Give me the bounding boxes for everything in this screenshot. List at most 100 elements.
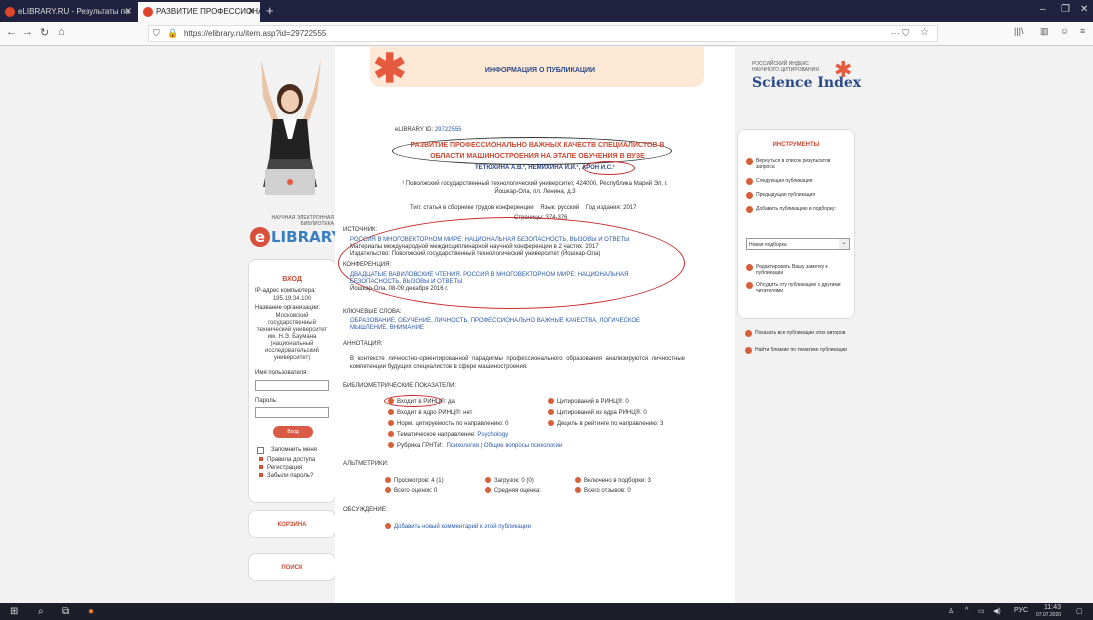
elibrary-favicon-icon	[5, 7, 15, 17]
access-rules-link[interactable]: Правила доступа	[259, 457, 315, 463]
source-link[interactable]: РОССИЯ В МНОГОВЕКТОРНОМ МИРЕ: НАЦИОНАЛЬН…	[350, 237, 630, 243]
tab-title: eLIBRARY.RU - Результаты по	[18, 7, 130, 16]
elibrary-id-link[interactable]: 29722555	[435, 127, 462, 133]
info-icon	[548, 398, 554, 404]
selections: Включено в подборки: 3	[575, 477, 651, 484]
task-view-icon[interactable]: ⧉	[62, 606, 69, 617]
percentile: Дециль в рейтинге по направлению: 3	[548, 420, 663, 427]
info-icon	[548, 409, 554, 415]
maximize-icon[interactable]: ❐	[1061, 4, 1070, 15]
info-icon	[388, 442, 394, 448]
volume-icon[interactable]: ◀)	[993, 607, 1001, 615]
annotation-label: АННОТАЦИЯ:	[343, 341, 383, 347]
firefox-icon[interactable]: ●	[88, 606, 94, 617]
remember-checkbox[interactable]	[257, 447, 264, 454]
keyboard-language[interactable]: РУС	[1014, 607, 1028, 614]
lock-icon[interactable]: 🔒	[167, 28, 178, 39]
account-icon[interactable]: ☺	[1060, 26, 1069, 36]
arrow-icon	[746, 192, 753, 199]
add-comment-link[interactable]: Добавить новый комментарий к этой публик…	[385, 523, 531, 530]
info-icon	[485, 487, 491, 493]
source-body: РОССИЯ В МНОГОВЕКТОРНОМ МИРЕ: НАЦИОНАЛЬН…	[350, 237, 630, 257]
discussion-label: ОБСУЖДЕНИЕ:	[343, 507, 388, 513]
arrow-icon	[746, 158, 753, 165]
page-content: НАУЧНАЯ ЭЛЕКТРОННАЯ БИБЛИОТЕКА e LIBRARY.…	[0, 47, 1093, 603]
logo-e-icon: e	[250, 227, 270, 247]
tool-edit-note[interactable]: Редактировать Вашу заметку к публикации	[746, 264, 850, 276]
forgot-password-link[interactable]: Забыли пароль?	[259, 473, 313, 479]
taskbar: ⊞ ⌕ ⧉ ● ♙ ^ ▭ ◀) РУС 11:43 07.07.2020 ▢	[0, 603, 1093, 620]
windows-start-icon[interactable]: ⊞	[10, 606, 18, 617]
search-icon[interactable]: ⌕	[38, 606, 44, 617]
add-icon	[385, 523, 391, 529]
close-tab-icon[interactable]: ✕	[247, 6, 255, 17]
conference-label: КОНФЕРЕНЦИЯ:	[343, 262, 392, 268]
tool-similar[interactable]: Найти близкие по тематике публикации	[745, 347, 849, 354]
password-input[interactable]	[255, 407, 329, 418]
cart-button[interactable]: КОРЗИНА	[248, 510, 336, 538]
pub-meta: Тип: статья в сборнике трудов конференци…	[410, 205, 637, 211]
asterisk-icon: ✱	[834, 57, 853, 82]
username-input[interactable]	[255, 380, 329, 391]
shield-icon[interactable]: ⛉	[153, 28, 160, 39]
search-button[interactable]: ПОИСК	[248, 553, 336, 581]
tool-add-to-selection[interactable]: Добавить публикацию в подборку:	[746, 206, 850, 213]
info-icon	[548, 420, 554, 426]
reload-icon[interactable]: ↻	[40, 26, 49, 39]
browser-tab-bar: eLIBRARY.RU - Результаты по ✕ РАЗВИТИЕ П…	[0, 0, 1093, 22]
url-bar[interactable]: ⛉ 🔒 https://elibrary.ru/item.asp?id=2972…	[148, 25, 938, 42]
new-tab-icon[interactable]: +	[266, 3, 274, 18]
info-icon	[385, 487, 391, 493]
url-text[interactable]: https://elibrary.ru/item.asp?id=29722555	[184, 29, 326, 38]
bookmark-star-icon[interactable]: ☆	[920, 27, 929, 38]
info-icon	[388, 409, 394, 415]
password-label: Пароль:	[255, 398, 278, 404]
tab-title: РАЗВИТИЕ ПРОФЕССИОНАЛЬ	[156, 7, 260, 16]
clock-time[interactable]: 11:43	[1044, 604, 1061, 611]
home-icon[interactable]: ⌂	[58, 26, 65, 38]
altmetrics-label: АЛЬТМЕТРИКИ:	[343, 461, 389, 467]
biblio-label: БИБЛИОМЕТРИЧЕСКИЕ ПОКАЗАТЕЛИ:	[343, 383, 457, 389]
ip-value: 195.19.34.100	[272, 296, 312, 302]
conference-body: ДВАДЦАТЫЕ ВАВИЛОВСКИЕ ЧТЕНИЯ. РОССИЯ В М…	[350, 272, 629, 292]
tools-panel: ИНСТРУМЕНТЫ Вернуться в список результат…	[737, 129, 855, 319]
menu-icon[interactable]: ≡	[1080, 26, 1085, 36]
forward-icon[interactable]: →	[22, 26, 33, 38]
more-icon[interactable]: ··· ⛉	[891, 28, 909, 39]
tool-back-to-results[interactable]: Вернуться в список результатов запроса	[746, 158, 850, 170]
login-panel: ВХОД IP-адрес компьютера: 195.19.34.100 …	[248, 259, 336, 503]
clock-date[interactable]: 07.07.2020	[1036, 612, 1061, 618]
minimize-icon[interactable]: –	[1040, 4, 1046, 15]
tray-chevron-icon[interactable]: ^	[965, 607, 968, 614]
close-tab-icon[interactable]: ✕	[124, 6, 132, 17]
author-highlight-circle	[583, 161, 635, 175]
theme: Тематическое направление: Psychology	[388, 431, 508, 438]
arrow-icon	[745, 347, 752, 354]
library-icon[interactable]: |||\	[1014, 26, 1024, 36]
tool-author-pubs[interactable]: Показать все публикации этих авторов	[745, 330, 849, 337]
tool-next[interactable]: Следующая публикация	[746, 178, 850, 185]
page-title: ИНФОРМАЦИЯ О ПУБЛИКАЦИИ	[484, 67, 596, 74]
org-label: Название организации:	[255, 305, 321, 311]
tool-prev[interactable]: Предыдущая публикация	[746, 192, 850, 199]
people-icon[interactable]: ♙	[948, 607, 954, 615]
tab-publication[interactable]: РАЗВИТИЕ ПРОФЕССИОНАЛЬ ✕	[138, 2, 260, 22]
selection-dropdown[interactable]: Новая подборка ⌄	[746, 238, 850, 250]
register-link[interactable]: Регистрация	[259, 465, 302, 471]
notifications-icon[interactable]: ▢	[1076, 607, 1083, 615]
back-icon[interactable]: ←	[6, 26, 17, 38]
sidebar-icon[interactable]: ▥	[1040, 26, 1049, 37]
tool-discuss[interactable]: Обсудить эту публикацию с другими читате…	[746, 282, 850, 294]
info-icon	[388, 431, 394, 437]
core-status: Входит в ядро РИНЦ®: нет	[388, 409, 472, 416]
asterisk-logo-icon: ✱	[373, 47, 407, 91]
citations-core: Цитирований из ядра РИНЦ®: 0	[548, 409, 647, 416]
chat-icon	[746, 282, 753, 289]
arrow-icon	[746, 178, 753, 185]
tab-elibrary-results[interactable]: eLIBRARY.RU - Результаты по ✕	[0, 2, 137, 22]
close-window-icon[interactable]: ✕	[1080, 4, 1088, 15]
login-button[interactable]: Вход	[273, 426, 313, 438]
conference-link[interactable]: ДВАДЦАТЫЕ ВАВИЛОВСКИЕ ЧТЕНИЯ. РОССИЯ В М…	[350, 272, 628, 285]
network-icon[interactable]: ▭	[978, 607, 985, 615]
ip-label: IP-адрес компьютера:	[255, 288, 317, 294]
